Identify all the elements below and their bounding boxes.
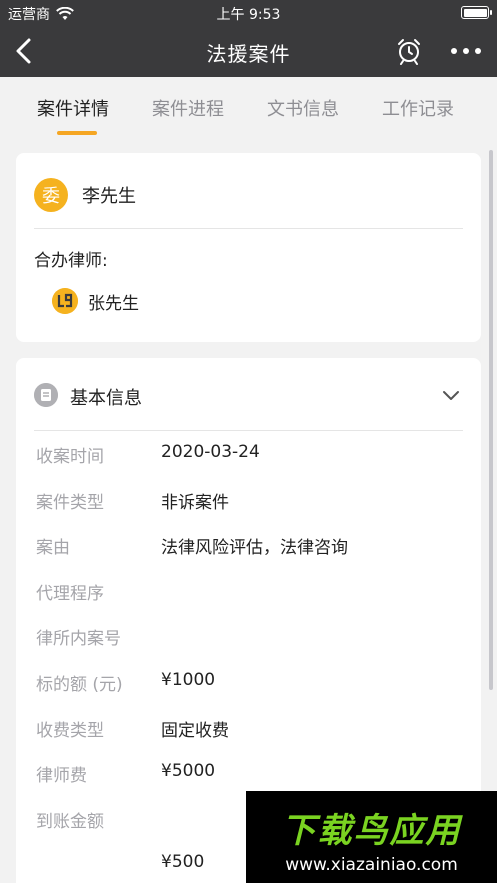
info-row-procedure: 代理程序 <box>36 567 466 613</box>
info-value: 非诉案件 <box>161 492 229 513</box>
watermark: 下载鸟应用 www.xiazainiao.com <box>246 791 497 883</box>
client-avatar: 委 <box>34 178 68 212</box>
parties-card: 委 李先生 合办律师: 张先生 <box>16 153 481 342</box>
client-name: 李先生 <box>82 186 136 207</box>
info-key: 律所内案号 <box>36 629 121 650</box>
info-row-internal-case-number: 律所内案号 <box>36 612 466 658</box>
chevron-down-icon[interactable] <box>441 386 461 406</box>
status-time: 上午 9:53 <box>216 7 281 23</box>
info-key: 案由 <box>36 538 70 559</box>
battery-icon <box>461 6 492 19</box>
client-row[interactable]: 委 李先生 <box>34 178 136 212</box>
lawyer-row[interactable]: 张先生 <box>52 288 139 314</box>
info-key: 律师费 <box>36 766 87 787</box>
nav-bar: 法援案件 <box>0 26 497 77</box>
info-row-fee-type: 收费类型 固定收费 <box>36 704 466 750</box>
active-tab-indicator <box>57 131 97 135</box>
info-value: ¥5000 <box>161 761 216 782</box>
tab-case-details[interactable]: 案件详情 <box>37 95 109 121</box>
info-value: ¥500 <box>161 852 205 873</box>
info-row-filing-date: 收案时间 2020-03-24 <box>36 430 466 476</box>
info-row-cause: 案由 法律风险评估，法律咨询 <box>36 521 466 567</box>
watermark-url: www.xiazainiao.com <box>285 855 458 875</box>
info-key: 代理程序 <box>36 583 104 604</box>
law-firm-logo-icon <box>52 288 78 314</box>
top-bar: 运营商 上午 9:53 法援案件 <box>0 0 497 77</box>
more-icon[interactable] <box>449 37 483 65</box>
info-row-lawyer-fee: 律师费 ¥5000 <box>36 749 466 795</box>
info-key: 到账金额 <box>36 811 104 832</box>
info-row-case-type: 案件类型 非诉案件 <box>36 476 466 522</box>
info-value: 法律风险评估，法律咨询 <box>161 538 348 559</box>
tab-documents[interactable]: 文书信息 <box>267 95 339 121</box>
watermark-brand: 下载鸟应用 <box>281 811 462 851</box>
divider <box>34 228 463 229</box>
lawyer-name: 张先生 <box>88 293 139 314</box>
info-key: 标的额 (元) <box>36 674 123 695</box>
scrollbar[interactable] <box>489 150 493 690</box>
info-value: ¥1000 <box>161 669 216 690</box>
info-key: 收费类型 <box>36 720 104 741</box>
info-key: 收案时间 <box>36 447 104 467</box>
tab-work-records[interactable]: 工作记录 <box>382 95 454 121</box>
info-value: 2020-03-24 <box>161 442 260 462</box>
document-icon <box>34 383 58 407</box>
section-title: 基本信息 <box>70 388 142 409</box>
info-row-amount: 标的额 (元) ¥1000 <box>36 658 466 704</box>
basic-info-header[interactable]: 基本信息 <box>34 376 463 416</box>
info-key: 案件类型 <box>36 492 104 513</box>
tab-bar: 案件详情 案件进程 文书信息 工作记录 <box>0 77 497 141</box>
co-counsel-label: 合办律师: <box>34 251 108 271</box>
info-value: 固定收费 <box>161 720 229 741</box>
alarm-clock-icon[interactable] <box>395 37 423 65</box>
tab-case-progress[interactable]: 案件进程 <box>152 95 224 121</box>
status-bar: 运营商 上午 9:53 <box>0 0 497 26</box>
